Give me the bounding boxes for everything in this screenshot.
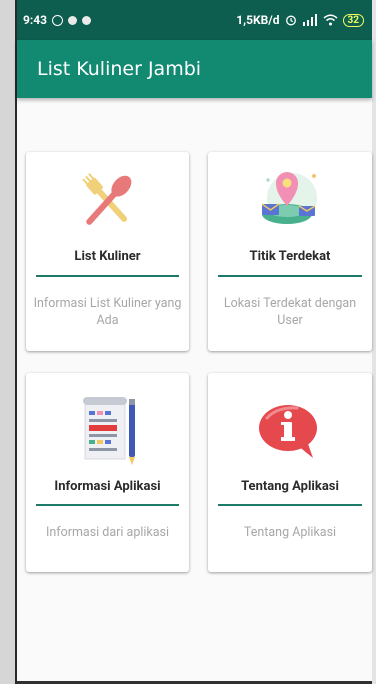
device-edge-right (372, 0, 376, 684)
card-title: List Kuliner (74, 249, 141, 264)
signal-icon (302, 14, 317, 26)
card-divider (36, 275, 179, 277)
card-divider (218, 504, 362, 506)
screen: 9:43 1,5KB/d 32 List Kuliner Jambi List … (0, 0, 376, 684)
card-description: Informasi dari aplikasi (45, 525, 170, 540)
whatsapp-icon (52, 14, 64, 26)
app-bar: List Kuliner Jambi (17, 40, 372, 98)
card-divider (36, 504, 179, 506)
status-right: 1,5KB/d 32 (236, 13, 364, 27)
status-bar: 9:43 1,5KB/d 32 (17, 0, 372, 40)
battery-icon: 32 (342, 13, 364, 27)
document-info-icon (82, 397, 135, 465)
wifi-icon (323, 14, 337, 26)
card-titik-terdekat[interactable]: Titik Terdekat Lokasi Terdekat dengan Us… (208, 152, 372, 351)
card-informasi-aplikasi[interactable]: Informasi Aplikasi Informasi dari aplika… (26, 373, 189, 572)
app-title: List Kuliner Jambi (37, 58, 202, 80)
notification-dot-icon (68, 15, 78, 25)
card-description: Tentang Aplikasi (243, 525, 337, 540)
card-description: Lokasi Terdekat dengan User (223, 296, 357, 328)
network-speed: 1,5KB/d (236, 13, 280, 27)
card-list-kuliner[interactable]: List Kuliner Informasi List Kuliner yang… (26, 152, 189, 351)
notification-dot-icon (82, 15, 92, 25)
card-title: Informasi Aplikasi (54, 479, 161, 494)
app-window: 9:43 1,5KB/d 32 List Kuliner Jambi List … (17, 0, 372, 684)
device-edge-left (0, 0, 16, 684)
status-left: 9:43 (23, 13, 92, 27)
card-title: Tentang Aplikasi (241, 479, 339, 494)
card-tentang-aplikasi[interactable]: Tentang Aplikasi Tentang Aplikasi (208, 373, 372, 572)
location-map-icon (261, 172, 317, 224)
card-divider (218, 275, 362, 277)
spoon-fork-icon (81, 173, 131, 225)
card-title: Titik Terdekat (249, 249, 331, 264)
status-time: 9:43 (23, 13, 48, 27)
info-bubble-icon (259, 405, 317, 458)
card-description: Informasi List Kuliner yang Ada (33, 296, 182, 328)
alarm-icon (285, 15, 296, 26)
